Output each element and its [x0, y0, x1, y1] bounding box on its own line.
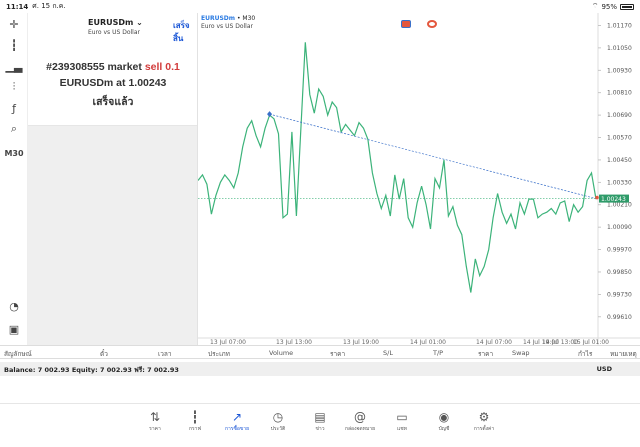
nav-label: บัญชี	[438, 426, 450, 432]
trade-columns-header: สัญลักษณ์ ตั๋ว เวลา ประเภท Volume ราคา S/L T/P ร…	[0, 345, 640, 359]
y-tick-label: 0.99730	[607, 291, 632, 298]
news-icon: ▤	[314, 410, 326, 424]
chart-icon: ┇	[191, 410, 199, 424]
y-tick-label: 1.00810	[607, 90, 632, 97]
nav-label: ประวัติ	[270, 426, 286, 432]
crosshair-icon[interactable]: ✛	[6, 17, 22, 31]
nav-item-trade[interactable]: ↗ การซื้อขาย	[217, 410, 257, 433]
chart-canvas: 1.01170 1.01050 1.00930 1.00810 1.00690 1.005…	[198, 13, 640, 345]
status-time: 11:14	[6, 2, 29, 11]
nav-item-account[interactable]: ◉ บัญชี	[424, 410, 464, 433]
order-status: เสร็จแล้ว	[92, 96, 134, 108]
y-tick-label: 1.00930	[607, 67, 632, 74]
column-header[interactable]: ตั๋ว	[100, 349, 108, 359]
y-tick-label: 1.00330	[607, 179, 632, 186]
nav-item-news[interactable]: ▤ ข่าว	[300, 410, 340, 433]
y-tick-label: 1.00090	[607, 224, 632, 231]
balance-text: Balance: 7 002.93 Equity: 7 002.93 ฟรี: …	[4, 366, 179, 374]
account-icon: ◉	[438, 410, 450, 424]
column-header[interactable]: สัญลักษณ์	[4, 349, 32, 359]
column-header[interactable]: Volume	[269, 349, 293, 357]
order-message-line2: EURUSDm at 1.00243	[59, 77, 167, 89]
nav-label: ข่าว	[315, 426, 325, 432]
order-price: 1.00243	[128, 77, 167, 89]
column-header[interactable]: หมายเหตุ	[610, 349, 637, 359]
sliders-icon[interactable]: ⫶	[6, 80, 22, 94]
settings-icon: ⚙	[478, 410, 490, 424]
column-header[interactable]: S/L	[383, 349, 393, 357]
exit-marker	[595, 195, 599, 200]
column-header[interactable]: T/P	[433, 349, 443, 357]
order-panel: EURUSDm ⌄ Euro vs US Dollar เสร็จสิ้น #2…	[28, 13, 198, 345]
price-chart[interactable]: EURUSDm • M30 Euro vs US Dollar 1.01170 1…	[198, 13, 640, 345]
column-header[interactable]: Swap	[512, 349, 530, 357]
mail-icon: @	[354, 410, 366, 424]
y-tick-label: 0.99970	[607, 247, 632, 254]
symbol-selector[interactable]: EURUSDm ⌄	[88, 18, 143, 27]
column-header[interactable]: ราคา	[330, 349, 345, 359]
battery-percent: 95%	[601, 2, 617, 11]
nav-item-chat[interactable]: ▭ แชท	[382, 410, 422, 433]
column-header[interactable]: กำไร	[578, 349, 592, 359]
nav-item-history[interactable]: ◷ ประวัติ	[258, 410, 298, 433]
y-tick-label: 1.00210	[607, 202, 632, 209]
chevron-down-icon: ⌄	[136, 18, 143, 27]
y-tick-label: 1.00690	[607, 112, 632, 119]
order-side: sell 0.1	[144, 61, 180, 73]
trade-panel-icon[interactable]: ▣	[6, 322, 22, 336]
nav-item-mail[interactable]: @ กล่องจดหมาย	[340, 410, 380, 433]
trade-icon: ↗	[231, 410, 243, 424]
nav-label: การตั้งค่า	[473, 426, 495, 432]
y-tick-label: 0.99850	[607, 269, 632, 276]
symbol-description: Euro vs US Dollar	[88, 29, 140, 36]
y-tick-label: 1.01050	[607, 45, 632, 52]
order-panel-empty	[28, 126, 197, 345]
nav-item-quotes[interactable]: ⇅ ราคา	[135, 410, 175, 433]
status-date: ศ. 15 ก.ค.	[32, 2, 66, 10]
timeframe-button[interactable]: M30	[4, 146, 23, 160]
nav-label: ราคา	[149, 426, 161, 432]
wifi-icon: ⌔	[591, 2, 599, 10]
objects-icon[interactable]: ⌕	[6, 122, 22, 136]
speedometer-icon[interactable]: ◔	[6, 299, 22, 313]
balance-currency: USD	[596, 365, 612, 373]
order-result: EURUSDm ⌄ Euro vs US Dollar เสร็จสิ้น #2…	[28, 13, 197, 126]
function-icon[interactable]: ƒ	[6, 101, 22, 115]
y-tick-label: 1.01170	[607, 22, 632, 29]
column-header[interactable]: ประเภท	[208, 349, 230, 359]
y-tick-label: 1.00450	[607, 157, 632, 164]
history-icon: ◷	[272, 410, 284, 424]
column-header[interactable]: เวลา	[158, 349, 172, 359]
nav-label: การซื้อขาย	[224, 426, 250, 432]
column-header[interactable]: ราคา	[478, 349, 493, 359]
nav-label: กล่องจดหมาย	[344, 426, 376, 432]
nav-label: กราฟ	[188, 426, 202, 432]
nav-label: แชท	[397, 426, 407, 432]
nav-item-settings[interactable]: ⚙ การตั้งค่า	[464, 410, 504, 433]
chat-icon: ▭	[396, 410, 408, 424]
done-button[interactable]: เสร็จสิ้น	[173, 19, 197, 45]
y-tick-label: 1.00570	[607, 135, 632, 142]
status-bar: 11:14 ศ. 15 ก.ค. ⌔ 95%	[0, 0, 640, 13]
indicator-bars-icon[interactable]: ▁▃	[6, 59, 23, 73]
bottom-nav: ⇅ ราคา ┇ กราฟ ↗ การซื้อขาย ◷ ประวัติ ▤ ข่าว @ กล่อง…	[0, 403, 640, 447]
balance-bar: Balance: 7 002.93 Equity: 7 002.93 ฟรี: …	[0, 362, 640, 376]
nav-item-chart[interactable]: ┇ กราฟ	[175, 410, 215, 433]
order-message-line1: #239308555 market sell 0.1	[46, 61, 180, 73]
current-price-label: 1.00243	[601, 196, 626, 203]
price-line	[198, 42, 597, 293]
chart-toolbar: ✛ ┇ ▁▃ ⫶ ƒ ⌕ M30 ◔ ▣	[0, 13, 28, 345]
candles-icon[interactable]: ┇	[6, 38, 22, 52]
quotes-icon: ⇅	[149, 410, 161, 424]
trade-connector-line	[269, 113, 597, 199]
y-tick-label: 0.99610	[607, 314, 632, 321]
battery-icon	[620, 3, 634, 10]
